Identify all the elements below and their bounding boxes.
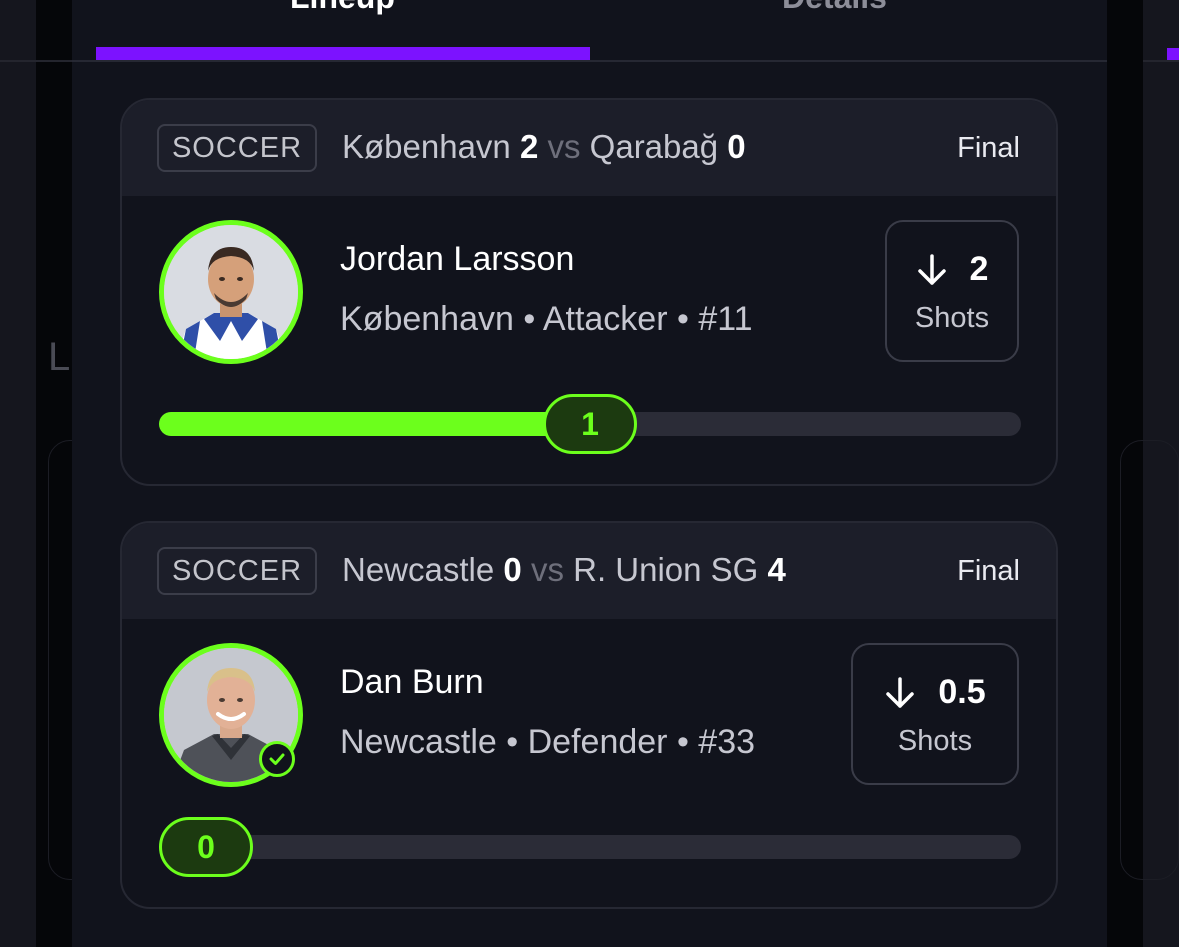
sport-badge: SOCCER	[157, 547, 317, 595]
tab-lineup[interactable]: Lineup	[290, 0, 395, 13]
stat-type: Shots	[897, 725, 973, 757]
progress-fill	[159, 412, 590, 436]
home-team: København	[342, 128, 511, 165]
away-team: R. Union SG	[573, 551, 759, 588]
player-avatar	[159, 220, 303, 364]
home-team: Newcastle	[342, 551, 495, 588]
background-edge-left	[0, 0, 36, 947]
background-tabbar-left	[0, 0, 72, 62]
home-score: 0	[503, 551, 522, 588]
home-score: 2	[519, 128, 539, 165]
prop-line-box[interactable]: 2 Shots	[885, 220, 1019, 362]
away-score: 0	[727, 128, 746, 165]
result-pill: 0	[159, 817, 253, 877]
line-value: 2	[969, 250, 989, 288]
game-status: Final	[957, 555, 1020, 587]
prop-card[interactable]: SOCCER København 2 vs Qarabağ 0 Final Jo…	[120, 98, 1058, 486]
prop-line-box[interactable]: 0.5 Shots	[851, 643, 1019, 785]
progress-track	[159, 835, 1021, 859]
sport-badge: SOCCER	[157, 124, 317, 172]
player-photo	[164, 225, 298, 359]
player-meta: Newcastle • Defender • #33	[340, 723, 756, 761]
away-score: 4	[767, 551, 786, 588]
background-tab-indicator-right	[1167, 48, 1179, 60]
background-panel-right	[1120, 440, 1179, 880]
vs-label: vs	[530, 551, 564, 588]
background-divider-right	[1143, 60, 1179, 62]
line-value: 0.5	[938, 673, 986, 711]
arrow-down-icon	[886, 676, 915, 708]
player-meta: København • Attacker • #11	[340, 300, 753, 338]
lineup-sheet: Lineup Details SOCCER København 2 vs Qar…	[72, 0, 1107, 947]
tab-bar: Lineup Details	[72, 0, 1107, 62]
screen: L Lineup Details SOCCER København 2 vs Q…	[0, 0, 1179, 947]
background-text-fragment: L	[48, 335, 71, 379]
tab-details[interactable]: Details	[782, 0, 887, 13]
vs-label: vs	[547, 128, 581, 165]
matchup: København 2 vs Qarabağ 0	[342, 128, 746, 166]
prop-card[interactable]: SOCCER Newcastle 0 vs R. Union SG 4 Fina…	[120, 521, 1058, 909]
card-header: SOCCER Newcastle 0 vs R. Union SG 4 Fina…	[122, 523, 1056, 619]
matchup: Newcastle 0 vs R. Union SG 4	[342, 551, 786, 589]
active-tab-indicator	[96, 47, 590, 60]
card-header: SOCCER København 2 vs Qarabağ 0 Final	[122, 100, 1056, 196]
player-name: Jordan Larsson	[340, 240, 575, 278]
away-team: Qarabağ	[589, 128, 719, 165]
arrow-down-icon	[917, 253, 946, 285]
player-name: Dan Burn	[340, 663, 484, 701]
result-pill: 1	[543, 394, 637, 454]
stat-type: Shots	[914, 302, 990, 334]
game-status: Final	[957, 132, 1020, 164]
verified-check-icon	[259, 741, 295, 777]
